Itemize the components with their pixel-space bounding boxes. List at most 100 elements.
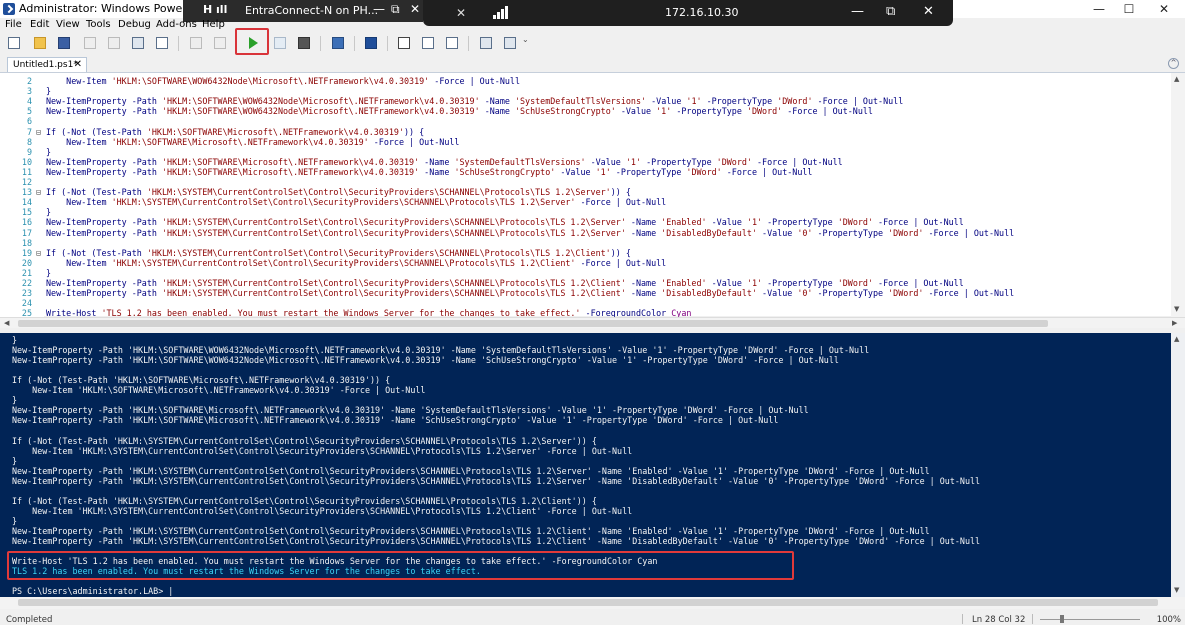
toolbar-separator bbox=[468, 36, 469, 51]
scroll-up-icon[interactable]: ▲ bbox=[1174, 335, 1179, 343]
line-number: 2 bbox=[26, 76, 32, 86]
show-addon-icon[interactable] bbox=[502, 35, 518, 51]
console-prompt[interactable]: PS C:\Users\administrator.LAB> | bbox=[12, 586, 173, 596]
connection-minimize-button[interactable]: — bbox=[851, 4, 864, 19]
zoom-level: 100% bbox=[1156, 615, 1181, 625]
code-text: New-ItemProperty -Path 'HKLM:\SYSTEM\Cur… bbox=[46, 217, 964, 228]
console-line: New-ItemProperty -Path 'HKLM:\SYSTEM\Cur… bbox=[12, 465, 930, 476]
toolbar-overflow-icon[interactable]: ⌄ bbox=[522, 35, 538, 51]
line-number: 13 bbox=[21, 187, 32, 198]
console-line: New-Item 'HKLM:\SYSTEM\CurrentControlSet… bbox=[12, 505, 633, 516]
console-line: New-Item 'HKLM:\SOFTWARE\Microsoft\.NETF… bbox=[12, 385, 426, 396]
line-number: 4 bbox=[26, 96, 32, 107]
console-line: New-Item 'HKLM:\SYSTEM\CurrentControlSet… bbox=[12, 445, 633, 456]
cursor-position: Ln 28 Col 32 bbox=[972, 615, 1026, 625]
scrollbar-thumb[interactable] bbox=[18, 320, 1048, 327]
line-number: 19 bbox=[21, 247, 32, 258]
redo-icon[interactable] bbox=[212, 35, 228, 51]
undo-icon[interactable] bbox=[188, 35, 204, 51]
status-separator bbox=[962, 614, 963, 624]
status-text: Completed bbox=[6, 615, 53, 625]
toolbar-separator bbox=[387, 36, 388, 51]
open-folder-icon[interactable] bbox=[32, 35, 48, 51]
script-editor[interactable]: 2 New-Item 'HKLM:\SOFTWARE\WOW6432Node\M… bbox=[0, 72, 1185, 329]
cut-icon[interactable] bbox=[82, 35, 98, 51]
remote-minimize-button[interactable]: — bbox=[373, 2, 385, 16]
fold-toggle-icon[interactable]: ⊟ bbox=[36, 187, 41, 197]
connection-close-button[interactable]: ✕ bbox=[923, 4, 934, 19]
console-prompt-icon[interactable] bbox=[154, 35, 170, 51]
save-icon[interactable] bbox=[56, 35, 72, 51]
console-line: } bbox=[12, 335, 18, 345]
run-selection-icon[interactable] bbox=[272, 35, 288, 51]
toolbar-separator bbox=[178, 36, 179, 51]
remote-powershell-icon[interactable] bbox=[330, 35, 346, 51]
console-horizontal-scrollbar[interactable] bbox=[0, 597, 1185, 609]
powershell-icon bbox=[3, 3, 15, 15]
line-number: 7 bbox=[26, 126, 32, 137]
code-text: New-Item 'HKLM:\SOFTWARE\WOW6432Node\Mic… bbox=[46, 76, 520, 86]
line-number: 12 bbox=[21, 177, 32, 187]
script-tab-strip: Untitled1.ps1* ✕ ^ bbox=[0, 56, 1185, 72]
toolbar: ⌄ bbox=[0, 32, 1185, 54]
scroll-left-icon[interactable]: ◀ bbox=[4, 319, 9, 327]
scroll-down-icon[interactable]: ▼ bbox=[1174, 305, 1179, 313]
menu-tools[interactable]: Tools bbox=[86, 19, 111, 30]
tab-untitled1[interactable]: Untitled1.ps1* ✕ bbox=[7, 57, 87, 72]
line-number: 16 bbox=[21, 217, 32, 228]
console-line: New-ItemProperty -Path 'HKLM:\SOFTWARE\M… bbox=[12, 405, 809, 416]
close-button[interactable]: ✕ bbox=[1145, 0, 1183, 18]
menu-debug[interactable]: Debug bbox=[118, 19, 151, 30]
line-number: 6 bbox=[26, 116, 32, 127]
console-line: } bbox=[12, 395, 18, 406]
menu-edit[interactable]: Edit bbox=[30, 19, 49, 30]
collapse-script-pane-icon[interactable]: ^ bbox=[1168, 58, 1179, 69]
copy-icon[interactable] bbox=[106, 35, 122, 51]
code-text: } bbox=[46, 86, 52, 97]
editor-vertical-scrollbar[interactable]: ▲ ▼ bbox=[1171, 73, 1185, 317]
toolbar-separator bbox=[354, 36, 355, 51]
connection-restore-button[interactable]: ⧉ bbox=[886, 4, 895, 19]
console-line: New-ItemProperty -Path 'HKLM:\SOFTWARE\W… bbox=[12, 345, 870, 356]
show-commands-icon[interactable] bbox=[478, 35, 494, 51]
scroll-down-icon[interactable]: ▼ bbox=[1174, 586, 1179, 594]
console-line: New-ItemProperty -Path 'HKLM:\SYSTEM\Cur… bbox=[12, 525, 930, 536]
fold-toggle-icon[interactable]: ⊟ bbox=[36, 127, 41, 137]
console-line: If (-Not (Test-Path 'HKLM:\SOFTWARE\Micr… bbox=[12, 375, 391, 386]
show-script-top-icon[interactable] bbox=[396, 35, 412, 51]
powershell-console-icon[interactable] bbox=[363, 35, 379, 51]
line-number: 21 bbox=[21, 267, 32, 278]
remote-app-icon: H ıll bbox=[203, 3, 228, 16]
zoom-slider-handle[interactable] bbox=[1060, 615, 1064, 623]
new-file-icon[interactable] bbox=[6, 35, 22, 51]
show-script-right-icon[interactable] bbox=[420, 35, 436, 51]
remote-window-title: EntraConnect-N on PH... bbox=[245, 4, 379, 17]
remote-close-button[interactable]: ✕ bbox=[410, 2, 420, 16]
run-script-icon[interactable] bbox=[249, 37, 258, 49]
menu-help[interactable]: Help bbox=[202, 19, 225, 30]
menu-file[interactable]: File bbox=[5, 19, 22, 30]
zoom-slider[interactable] bbox=[1040, 619, 1140, 620]
menu-view[interactable]: View bbox=[56, 19, 80, 30]
code-text: } bbox=[46, 207, 52, 218]
signal-icon[interactable] bbox=[493, 5, 509, 19]
fold-toggle-icon[interactable]: ⊟ bbox=[36, 248, 41, 258]
stop-icon[interactable] bbox=[296, 35, 312, 51]
scroll-right-icon[interactable]: ▶ bbox=[1172, 319, 1177, 327]
console-line: If (-Not (Test-Path 'HKLM:\SYSTEM\Curren… bbox=[12, 435, 597, 446]
scroll-up-icon[interactable]: ▲ bbox=[1174, 75, 1179, 83]
maximize-button[interactable]: ☐ bbox=[1110, 0, 1148, 18]
scrollbar-thumb[interactable] bbox=[18, 599, 1158, 606]
remote-restore-button[interactable]: ⧉ bbox=[391, 2, 400, 17]
output-highlight bbox=[7, 551, 794, 580]
console-line: New-ItemProperty -Path 'HKLM:\SOFTWARE\M… bbox=[12, 415, 779, 426]
line-number: 3 bbox=[26, 86, 32, 97]
code-text: If (-Not (Test-Path 'HKLM:\SYSTEM\Curren… bbox=[46, 247, 631, 258]
paste-icon[interactable] bbox=[130, 35, 146, 51]
line-number: 8 bbox=[26, 136, 32, 147]
show-script-maximized-icon[interactable] bbox=[444, 35, 460, 51]
code-text: New-Item 'HKLM:\SYSTEM\CurrentControlSet… bbox=[46, 257, 667, 268]
tab-close-icon[interactable]: ✕ bbox=[74, 58, 82, 72]
console-vertical-scrollbar[interactable]: ▲ ▼ bbox=[1171, 333, 1185, 598]
menu-add-ons[interactable]: Add-ons bbox=[156, 19, 197, 30]
